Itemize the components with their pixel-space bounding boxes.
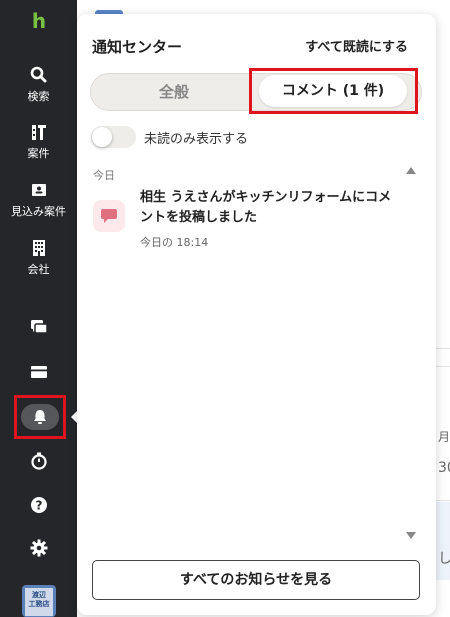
sidebar-item-chat[interactable] [0, 318, 77, 340]
panel-title: 通知センター [92, 38, 183, 56]
sidebar-item-deals[interactable]: 案件 [0, 123, 77, 161]
sidebar-item-label: 検索 [27, 90, 50, 103]
sidebar-item-help[interactable]: ? [0, 495, 77, 519]
notification-time: 今日の 18:14 [140, 236, 209, 249]
lead-icon [31, 184, 46, 196]
tab-all[interactable]: 全般 [91, 74, 257, 110]
sidebar-item-notifications[interactable] [21, 404, 59, 430]
help-icon: ? [30, 497, 47, 513]
sidebar-item-label: 案件 [27, 147, 50, 160]
mark-all-read-button[interactable]: すべて既読にする [305, 36, 408, 55]
sidebar-item-leads[interactable]: 見込み案件 [0, 181, 77, 219]
tab-comment-highlight: コメント (1 件) [249, 68, 418, 114]
avatar-logo-text: 渡辺 工務店 [25, 588, 53, 616]
chat-icon [30, 320, 48, 334]
background-text: し [438, 551, 450, 567]
unread-only-toggle[interactable] [91, 126, 136, 148]
notification-item[interactable]: 相生 うえさんがキッチンリフォームにコメントを投稿しました 今日の 18:14 [91, 186, 401, 256]
scroll-down-arrow[interactable] [406, 532, 416, 539]
toggle-knob [92, 127, 112, 147]
gear-icon [30, 539, 47, 557]
sidebar-item-label: 会社 [27, 263, 50, 276]
company-avatar[interactable]: 渡辺 工務店 [22, 585, 56, 617]
company-icon [32, 240, 45, 256]
notification-text: 相生 うえさんがキッチンリフォームにコメントを投稿しました [140, 190, 392, 225]
deal-icon [31, 125, 46, 140]
scroll-up-arrow[interactable] [406, 167, 416, 174]
bell-icon [34, 410, 46, 424]
notification-center-panel: 通知センター すべて既読にする 全般 コメント (1 件) 未読のみ表示する 今… [77, 14, 436, 615]
background-text: 30 [438, 460, 450, 476]
sidebar-item-label: 見込み案件 [11, 205, 66, 218]
search-icon [30, 66, 46, 83]
sidebar: h 検索 案件 見込み案件 会社 ? 渡辺 工務店 [0, 0, 80, 617]
tab-comments[interactable]: コメント (1 件) [259, 75, 407, 107]
notification-bell-highlight[interactable] [14, 395, 66, 439]
comment-icon-badge [93, 200, 125, 232]
app-logo[interactable]: h [28, 10, 50, 32]
comment-icon [101, 209, 117, 223]
sidebar-item-timer[interactable] [0, 451, 77, 475]
view-all-notifications-button[interactable]: すべてのお知らせを見る [92, 560, 420, 600]
sidebar-item-search[interactable]: 検索 [0, 66, 77, 104]
inbox-icon [30, 366, 47, 378]
svg-text:?: ? [35, 499, 42, 513]
unread-only-label: 未読のみ表示する [144, 132, 249, 147]
sidebar-item-settings[interactable] [0, 538, 77, 562]
sidebar-item-inbox[interactable] [0, 363, 77, 385]
background-text: 月 [438, 430, 450, 444]
timer-icon [30, 452, 47, 470]
day-heading: 今日 [93, 169, 115, 182]
sidebar-item-company[interactable]: 会社 [0, 239, 77, 277]
